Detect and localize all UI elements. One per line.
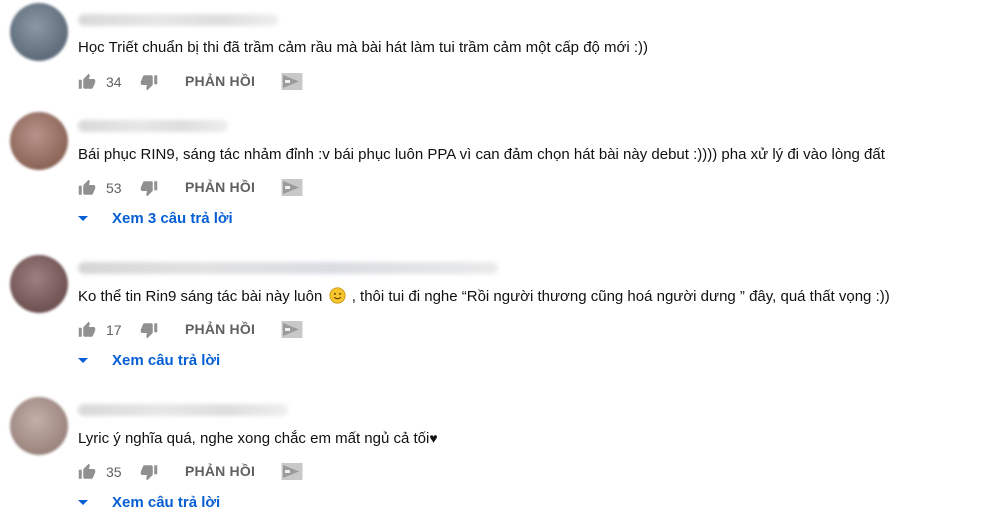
caret-down-icon <box>78 500 88 505</box>
like-count: 53 <box>106 180 122 196</box>
comment-text: Ko thể tin Rin9 sáng tác bài này luôn , … <box>78 287 890 307</box>
comment-text-part: Lyric ý nghĩa quá, nghe xong chắc em mất… <box>78 430 430 447</box>
thumb-up-icon <box>78 321 96 337</box>
avatar[interactable] <box>10 112 68 170</box>
author-name-blurred[interactable] <box>78 404 288 416</box>
like-button[interactable] <box>78 318 96 342</box>
author-name-blurred[interactable] <box>78 14 278 26</box>
view-replies-label: Xem câu trả lời <box>112 494 221 511</box>
view-replies-button[interactable]: Xem 3 câu trả lời <box>78 210 233 227</box>
view-replies-button[interactable]: Xem câu trả lời <box>78 352 220 369</box>
reply-button[interactable]: PHẢN HỒI <box>185 321 255 337</box>
caret-down-icon <box>78 358 88 363</box>
creator-heart-badge-icon[interactable] <box>281 178 303 203</box>
like-count: 17 <box>106 322 122 338</box>
like-button[interactable] <box>78 460 96 484</box>
author-name-blurred[interactable] <box>78 262 498 274</box>
creator-heart-badge-icon[interactable] <box>281 72 303 97</box>
comment-actions: 17 PHẢN HỒI <box>78 318 318 342</box>
comment-actions: 53 PHẢN HỒI <box>78 176 318 200</box>
caret-down-icon <box>78 216 88 221</box>
view-replies-label: Xem 3 câu trả lời <box>112 210 233 227</box>
comment-text: Học Triết chuẩn bị thi đã trầm cảm rầu m… <box>78 39 649 56</box>
dislike-button[interactable] <box>140 70 158 94</box>
thumb-down-icon <box>140 181 158 197</box>
avatar[interactable] <box>10 3 68 61</box>
like-button[interactable] <box>78 176 96 200</box>
avatar[interactable] <box>10 397 68 455</box>
thumb-up-icon <box>78 73 96 89</box>
view-replies-label: Xem câu trả lời <box>112 352 221 369</box>
reply-button[interactable]: PHẢN HỒI <box>185 179 255 195</box>
thumb-down-icon <box>140 75 158 91</box>
comment-actions: 34 PHẢN HỒI <box>78 70 318 94</box>
comment-text-part: Ko thể tin Rin9 sáng tác bài này luôn <box>78 288 323 305</box>
like-count: 34 <box>106 74 122 90</box>
comment-text: Bái phục RIN9, sáng tác nhảm đỉnh :v bái… <box>78 146 885 163</box>
comment-actions: 35 PHẢN HỒI <box>78 460 318 484</box>
thumb-down-icon <box>140 323 158 339</box>
like-button[interactable] <box>78 70 96 94</box>
dislike-button[interactable] <box>140 318 158 342</box>
dislike-button[interactable] <box>140 176 158 200</box>
reply-button[interactable]: PHẢN HỒI <box>185 463 255 479</box>
thumb-up-icon <box>78 463 96 479</box>
thumb-up-icon <box>78 179 96 195</box>
view-replies-button[interactable]: Xem câu trả lời <box>78 494 220 511</box>
comment-text: Lyric ý nghĩa quá, nghe xong chắc em mất… <box>78 428 438 449</box>
creator-heart-badge-icon[interactable] <box>281 462 303 487</box>
reply-button[interactable]: PHẢN HỒI <box>185 73 255 89</box>
comment-text-part: , thôi tui đi nghe “Rồi người thương cũn… <box>351 288 890 305</box>
dislike-button[interactable] <box>140 460 158 484</box>
like-count: 35 <box>106 464 122 480</box>
black-heart-emoji: ♥ <box>429 430 438 446</box>
author-name-blurred[interactable] <box>78 120 228 132</box>
slightly-smiling-face-emoji <box>328 287 346 304</box>
creator-heart-badge-icon[interactable] <box>281 320 303 345</box>
thumb-down-icon <box>140 465 158 481</box>
avatar[interactable] <box>10 255 68 313</box>
